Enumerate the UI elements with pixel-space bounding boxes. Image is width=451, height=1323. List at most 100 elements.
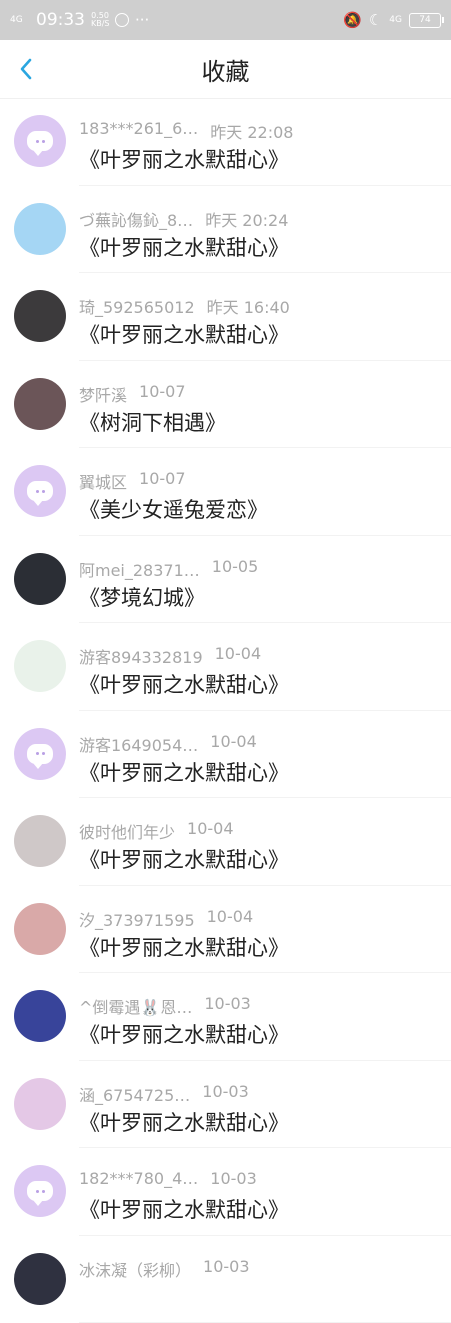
avatar[interactable] <box>14 815 66 867</box>
list-item[interactable]: 182***780_4… 10-03 《叶罗丽之水默甜心》 <box>0 1148 451 1236</box>
story-title[interactable]: 《叶罗丽之水默甜心》 <box>79 1019 289 1049</box>
list-item[interactable]: 琦_592565012 昨天 16:40《叶罗丽之水默甜心》 <box>0 273 451 361</box>
avatar[interactable] <box>14 1253 66 1305</box>
story-title[interactable]: 《叶罗丽之水默甜心》 <box>79 932 289 962</box>
network-speed-unit: KB/S <box>91 19 110 28</box>
story-title[interactable]: 《叶罗丽之水默甜心》 <box>79 844 289 874</box>
chevron-left-icon <box>19 57 33 81</box>
bubble-dot <box>42 752 45 755</box>
story-title[interactable]: 《叶罗丽之水默甜心》 <box>79 669 289 699</box>
status-bar: 4G 09:33 0.50 KB/S ··· 🔕 ☾ 4G 74 <box>0 0 451 40</box>
story-title[interactable]: 《叶罗丽之水默甜心》 <box>79 144 289 174</box>
story-title[interactable]: 《美少女遥兔爱恋》 <box>79 494 268 524</box>
avatar[interactable] <box>14 903 66 955</box>
item-meta: 梦阡溪 10-07 <box>79 382 439 406</box>
bubble-dot <box>42 490 45 493</box>
story-title[interactable]: 《叶罗丽之水默甜心》 <box>79 1194 289 1224</box>
item-meta: 游客1649054… 10-04 <box>79 732 439 756</box>
timestamp: 10-03 <box>210 1169 257 1188</box>
list-item[interactable]: 汐_37397159510-04《叶罗丽之水默甜心》 <box>0 886 451 974</box>
avatar[interactable] <box>14 290 66 342</box>
list-item[interactable]: 彼时他们年少10-04《叶罗丽之水默甜心》 <box>0 798 451 886</box>
item-meta: 琦_592565012 昨天 16:40 <box>79 294 439 318</box>
story-title[interactable]: 《树洞下相遇》 <box>79 407 226 437</box>
signal-icon: 4G <box>10 16 30 25</box>
item-meta: 冰沫凝（彩柳） 10-03 <box>79 1257 439 1281</box>
back-button[interactable] <box>14 54 38 84</box>
item-meta: 汐_37397159510-04 <box>79 907 439 931</box>
chat-bubble-icon <box>27 131 53 151</box>
timestamp: 10-03 <box>203 1257 250 1281</box>
timestamp: 10-04 <box>207 907 254 931</box>
bubble-dot <box>36 140 39 143</box>
list-item[interactable]: ^倒霉遇🐰恩… 10-03《叶罗丽之水默甜心》 <box>0 973 451 1061</box>
timestamp: 昨天 22:08 <box>210 119 293 143</box>
user-name: 梦阡溪 <box>79 382 127 406</box>
story-title[interactable]: 《叶罗丽之水默甜心》 <box>79 1107 289 1137</box>
avatar[interactable] <box>14 728 66 780</box>
story-title[interactable]: 《叶罗丽之水默甜心》 <box>79 319 289 349</box>
mute-icon: 🔕 <box>343 11 362 29</box>
battery-icon: 74 <box>409 13 441 28</box>
user-name: 冰沫凝（彩柳） <box>79 1257 191 1281</box>
user-name: 彼时他们年少 <box>79 819 175 843</box>
user-name: ^倒霉遇🐰恩… <box>79 994 192 1018</box>
item-meta: 翼城区10-07 <box>79 469 439 493</box>
timestamp: 10-07 <box>139 382 186 406</box>
avatar[interactable] <box>14 465 66 517</box>
list-item[interactable]: づ蕪訫傷鈊_8… 昨天 20:24《叶罗丽之水默甜心》 <box>0 186 451 274</box>
avatar[interactable] <box>14 553 66 605</box>
avatar[interactable] <box>14 640 66 692</box>
user-name: 游客894332819 <box>79 644 203 668</box>
bubble-dot <box>42 140 45 143</box>
bubble-dot <box>36 490 39 493</box>
timestamp: 10-03 <box>204 994 251 1018</box>
list-item[interactable]: 梦阡溪 10-07《树洞下相遇》 <box>0 361 451 449</box>
story-title[interactable]: 《叶罗丽之水默甜心》 <box>79 232 289 262</box>
avatar[interactable] <box>14 378 66 430</box>
bubble-dot <box>36 1190 39 1193</box>
user-name: づ蕪訫傷鈊_8… <box>79 207 193 231</box>
user-name: 183***261_6… <box>79 119 198 143</box>
user-name: 涵_6754725… <box>79 1082 190 1106</box>
item-meta: 彼时他们年少10-04 <box>79 819 439 843</box>
chat-bubble-icon <box>27 1181 53 1201</box>
user-name: 翼城区 <box>79 469 127 493</box>
user-name: 阿mei_28371… <box>79 557 200 581</box>
notification-icon <box>115 13 129 27</box>
chat-bubble-icon <box>27 481 53 501</box>
list-item[interactable]: 冰沫凝（彩柳） 10-03 <box>0 1236 451 1323</box>
user-name: 琦_592565012 <box>79 294 195 318</box>
item-meta: づ蕪訫傷鈊_8… 昨天 20:24 <box>79 207 439 231</box>
more-icon: ··· <box>135 11 149 29</box>
user-name: 182***780_4… <box>79 1169 198 1188</box>
bubble-dot <box>42 1190 45 1193</box>
timestamp: 昨天 20:24 <box>205 207 288 231</box>
item-meta: ^倒霉遇🐰恩… 10-03 <box>79 994 439 1018</box>
chat-bubble-icon <box>27 744 53 764</box>
list-item[interactable]: 游客894332819 10-04《叶罗丽之水默甜心》 <box>0 623 451 711</box>
network-speed: 0.50 KB/S <box>91 12 109 28</box>
battery-level: 74 <box>419 15 430 25</box>
story-title[interactable]: 《叶罗丽之水默甜心》 <box>79 757 289 787</box>
timestamp: 昨天 16:40 <box>207 294 290 318</box>
user-name: 游客1649054… <box>79 732 198 756</box>
moon-icon: ☾ <box>369 11 382 29</box>
list-item[interactable]: 涵_6754725…10-03《叶罗丽之水默甜心》 <box>0 1061 451 1149</box>
story-title[interactable]: 《梦境幻城》 <box>79 582 205 612</box>
avatar[interactable] <box>14 990 66 1042</box>
timestamp: 10-04 <box>210 732 257 756</box>
timestamp: 10-05 <box>212 557 259 581</box>
avatar[interactable] <box>14 115 66 167</box>
item-meta: 182***780_4… 10-03 <box>79 1169 439 1188</box>
list-item[interactable]: 翼城区10-07《美少女遥兔爱恋》 <box>0 448 451 536</box>
avatar[interactable] <box>14 1165 66 1217</box>
list-item[interactable]: 游客1649054… 10-04《叶罗丽之水默甜心》 <box>0 711 451 799</box>
avatar[interactable] <box>14 1078 66 1130</box>
list-item[interactable]: 183***261_6… 昨天 22:08《叶罗丽之水默甜心》 <box>0 98 451 186</box>
item-meta: 涵_6754725…10-03 <box>79 1082 439 1106</box>
status-time: 09:33 <box>36 10 85 30</box>
timestamp: 10-04 <box>215 644 262 668</box>
avatar[interactable] <box>14 203 66 255</box>
list-item[interactable]: 阿mei_28371… 10-05 《梦境幻城》 <box>0 536 451 624</box>
